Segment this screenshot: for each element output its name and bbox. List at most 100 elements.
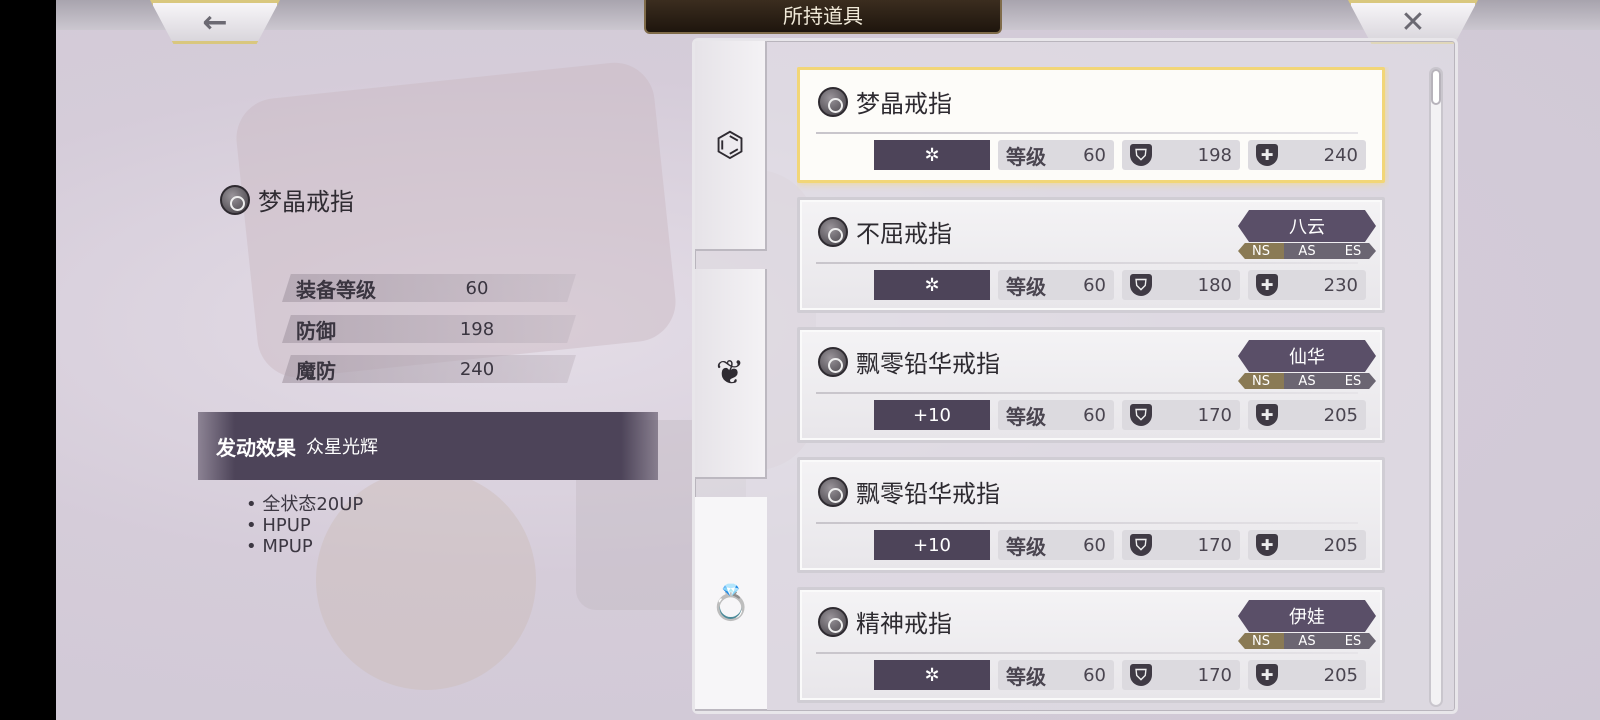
defense-pill: ⛉ 198: [1122, 140, 1240, 170]
scrollbar[interactable]: [1429, 67, 1443, 707]
item-name-text: 飘零铅华戒指: [856, 350, 1000, 378]
inventory-screen: ← 所持道具 ✕ 梦晶戒指 装备等级 60 防御 198 魔防 240 发动效果…: [56, 0, 1600, 720]
level-label: 等级: [1006, 144, 1046, 169]
shield-icon: ⛉: [1130, 274, 1152, 296]
ring-icon: [220, 184, 250, 215]
stat-value: 198: [459, 318, 495, 340]
item-stats: +10 等级 60 ⛉ 170 ✚ 205: [874, 530, 1366, 560]
level-pill: 等级 60: [998, 660, 1114, 690]
defense-pill: ⛉ 180: [1122, 270, 1240, 300]
item-card[interactable]: 飘零铅华戒指 仙华 NS AS ES +10 等级 60 ⛉ 170 ✚ 205: [797, 327, 1385, 443]
magic-defense-pill: ✚ 230: [1248, 270, 1366, 300]
level-value: 60: [1083, 144, 1106, 166]
item-list: 梦晶戒指 ✲ 等级 60 ⛉ 198 ✚ 240 不屈戒指 八云 NS AS E…: [797, 67, 1389, 705]
tab-ring[interactable]: 💍: [695, 497, 767, 711]
effect-header: 发动效果 众星光辉: [198, 412, 658, 480]
defense-value: 170: [1197, 404, 1232, 426]
flag-badge: NS: [1238, 243, 1284, 259]
owner-name: 仙华: [1238, 340, 1376, 372]
shield-icon: ⛉: [1130, 404, 1152, 426]
effect-name: 众星光辉: [306, 437, 378, 458]
scrollbar-thumb[interactable]: [1431, 69, 1441, 105]
item-name: 梦晶戒指: [818, 84, 952, 119]
divider: [816, 652, 1358, 654]
item-card[interactable]: 精神戒指 伊娃 NS AS ES ✲ 等级 60 ⛉ 170 ✚ 205: [797, 587, 1385, 703]
shield-plus-icon: ✚: [1256, 144, 1278, 166]
flag-badge: AS: [1284, 633, 1330, 649]
divider: [816, 522, 1358, 524]
bracelet-icon: ⌬: [715, 125, 745, 165]
arrow-left-icon: ←: [202, 4, 228, 40]
ring-icon: [818, 346, 848, 377]
ring-icon: [818, 476, 848, 507]
effect-list: 全状态20UP HPUP MPUP: [246, 494, 363, 557]
flag-badge: ES: [1330, 633, 1376, 649]
refine-badge: +10: [874, 530, 990, 560]
owner-tag: 仙华 NS AS ES: [1238, 340, 1376, 389]
effect-item: 全状态20UP: [246, 494, 363, 515]
ring-icon: 💍: [709, 583, 753, 623]
magic-defense-pill: ✚ 240: [1248, 140, 1366, 170]
effect-item: HPUP: [246, 515, 363, 536]
owner-tag: 八云 NS AS ES: [1238, 210, 1376, 259]
shield-icon: ⛉: [1130, 144, 1152, 166]
magic-defense-pill: ✚ 205: [1248, 530, 1366, 560]
item-name: 不屈戒指: [818, 214, 952, 249]
item-card[interactable]: 飘零铅华戒指 +10 等级 60 ⛉ 170 ✚ 205: [797, 457, 1385, 573]
level-label: 等级: [1006, 404, 1046, 429]
stat-value: 240: [459, 358, 495, 380]
inventory-panel: ⌬ ❦ 💍 梦晶戒指 ✲ 等级 60 ⛉ 198 ✚ 240 不屈戒指 八云 N…: [692, 38, 1458, 714]
defense-pill: ⛉ 170: [1122, 660, 1240, 690]
owner-flags: NS AS ES: [1238, 243, 1376, 259]
item-name: 飘零铅华戒指: [818, 344, 1000, 379]
defense-value: 180: [1197, 274, 1232, 296]
level-label: 等级: [1006, 664, 1046, 689]
effect-title: 发动效果: [216, 435, 296, 460]
owner-tag: 伊娃 NS AS ES: [1238, 600, 1376, 649]
shield-icon: ⛉: [1130, 534, 1152, 556]
stat-defense: 防御 198: [282, 315, 576, 343]
magic-defense-value: 205: [1323, 404, 1358, 426]
ring-icon: [818, 606, 848, 637]
defense-pill: ⛉ 170: [1122, 530, 1240, 560]
back-button[interactable]: ←: [150, 0, 280, 44]
refine-badge: +10: [874, 400, 990, 430]
magic-defense-pill: ✚ 205: [1248, 400, 1366, 430]
divider: [816, 392, 1358, 394]
flag-badge: NS: [1238, 633, 1284, 649]
close-icon: ✕: [1400, 4, 1426, 40]
owner-name: 八云: [1238, 210, 1376, 242]
tab-bracelet[interactable]: ⌬: [695, 41, 767, 251]
shield-plus-icon: ✚: [1256, 404, 1278, 426]
magic-defense-pill: ✚ 205: [1248, 660, 1366, 690]
item-stats: +10 等级 60 ⛉ 170 ✚ 205: [874, 400, 1366, 430]
stat-magic-defense: 魔防 240: [282, 355, 576, 383]
level-pill: 等级 60: [998, 270, 1114, 300]
item-name: 精神戒指: [818, 604, 952, 639]
shield-plus-icon: ✚: [1256, 274, 1278, 296]
magic-defense-value: 205: [1323, 534, 1358, 556]
defense-value: 198: [1197, 144, 1232, 166]
tab-necklace[interactable]: ❦: [695, 269, 767, 479]
effect-item: MPUP: [246, 536, 363, 557]
shield-plus-icon: ✚: [1256, 664, 1278, 686]
owner-flags: NS AS ES: [1238, 373, 1376, 389]
owner-flags: NS AS ES: [1238, 633, 1376, 649]
item-stats: ✲ 等级 60 ⛉ 170 ✚ 205: [874, 660, 1366, 690]
item-card[interactable]: 不屈戒指 八云 NS AS ES ✲ 等级 60 ⛉ 180 ✚ 230: [797, 197, 1385, 313]
stat-label: 装备等级: [296, 277, 376, 302]
item-stats: ✲ 等级 60 ⛉ 198 ✚ 240: [874, 140, 1366, 170]
level-label: 等级: [1006, 274, 1046, 299]
level-pill: 等级 60: [998, 400, 1114, 430]
flag-badge: AS: [1284, 373, 1330, 389]
refine-badge: ✲: [874, 270, 990, 300]
flag-badge: NS: [1238, 373, 1284, 389]
item-stats: ✲ 等级 60 ⛉ 180 ✚ 230: [874, 270, 1366, 300]
selected-item-name: 梦晶戒指: [220, 182, 354, 217]
refine-badge: ✲: [874, 140, 990, 170]
shield-plus-icon: ✚: [1256, 534, 1278, 556]
divider: [816, 262, 1358, 264]
defense-value: 170: [1197, 664, 1232, 686]
item-card[interactable]: 梦晶戒指 ✲ 等级 60 ⛉ 198 ✚ 240: [797, 67, 1385, 183]
stat-label: 魔防: [296, 358, 336, 383]
